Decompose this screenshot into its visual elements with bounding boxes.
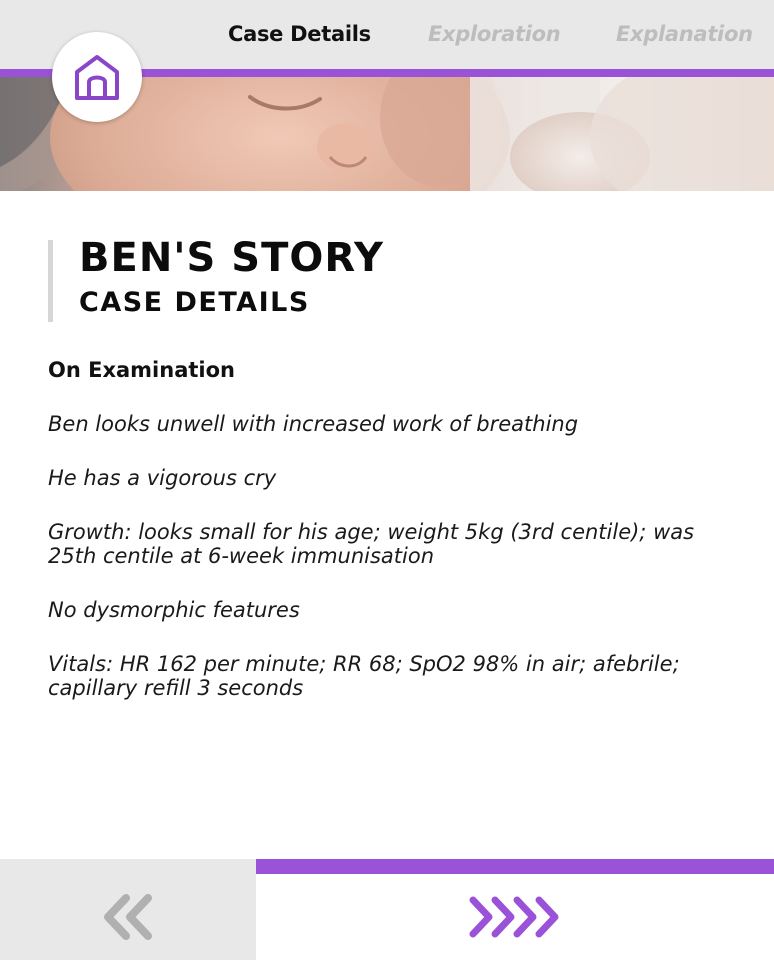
- bottom-nav: [0, 859, 774, 960]
- tab-explanation[interactable]: Explanation: [616, 22, 753, 46]
- tab-case-details[interactable]: Case Details: [228, 22, 371, 46]
- next-button[interactable]: [256, 859, 774, 960]
- story-title: BEN'S STORY: [79, 235, 384, 281]
- story-subtitle: CASE DETAILS: [79, 287, 310, 318]
- finding-text: Growth: looks small for his age; weight …: [48, 520, 695, 568]
- story-title-block: BEN'S STORY CASE DETAILS: [48, 235, 384, 322]
- quadruple-chevron-right-icon: [469, 896, 559, 938]
- previous-button[interactable]: [0, 859, 256, 960]
- home-icon: [75, 55, 119, 100]
- examination-section: On Examination Ben looks unwell with inc…: [48, 356, 728, 730]
- finding-text: He has a vigorous cry: [48, 466, 277, 490]
- double-chevron-left-icon: [104, 894, 152, 940]
- finding-text: Vitals: HR 162 per minute; RR 68; SpO2 9…: [48, 652, 680, 700]
- section-heading: On Examination: [48, 358, 235, 382]
- finding-text: Ben looks unwell with increased work of …: [48, 412, 579, 436]
- finding-text: No dysmorphic features: [48, 598, 300, 622]
- home-button[interactable]: [52, 32, 142, 122]
- tab-exploration[interactable]: Exploration: [428, 22, 561, 46]
